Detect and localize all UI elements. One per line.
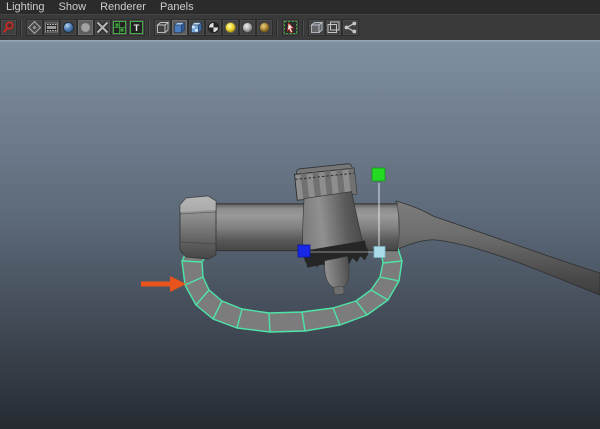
viewport-canvas[interactable] <box>0 40 600 429</box>
nozzle-spout-cap <box>179 195 217 260</box>
lighting-flat-icon[interactable] <box>257 20 272 35</box>
manipulator-y-handle[interactable] <box>371 167 386 182</box>
select-tool-icon[interactable] <box>1 20 16 35</box>
toolbar-separator <box>20 19 23 36</box>
panel-menubar: Lighting Show Renderer Panels <box>0 0 600 14</box>
x-ray-icon[interactable] <box>309 20 324 35</box>
manipulator-z-handle[interactable] <box>297 244 311 258</box>
film-gate-icon[interactable] <box>44 20 59 35</box>
toolbar-separator <box>148 19 151 36</box>
menu-show[interactable]: Show <box>52 0 94 14</box>
safe-action-icon[interactable] <box>112 20 127 35</box>
svg-text:T: T <box>134 23 140 34</box>
wireframe-on-shaded-icon[interactable] <box>326 20 341 35</box>
textured-icon[interactable] <box>189 20 204 35</box>
manipulator-center-handle[interactable] <box>373 246 386 258</box>
wireframe-icon[interactable] <box>155 20 170 35</box>
lighting-all-icon[interactable] <box>223 20 238 35</box>
isolate-select-icon[interactable] <box>283 20 298 35</box>
menu-panels[interactable]: Panels <box>153 0 201 14</box>
lighting-selected-icon[interactable] <box>240 20 255 35</box>
plugin-shapes-icon[interactable] <box>343 20 358 35</box>
menu-lighting[interactable]: Lighting <box>0 0 52 14</box>
viewport-top-highlight <box>0 40 600 42</box>
toolbar-separator <box>302 19 305 36</box>
camera-attributes-icon[interactable] <box>27 20 42 35</box>
field-chart-icon[interactable] <box>95 20 110 35</box>
toolbar-separator <box>276 19 279 36</box>
gate-mask-icon[interactable] <box>78 20 93 35</box>
menu-renderer[interactable]: Renderer <box>93 0 153 14</box>
panel-toolbar: T <box>0 14 600 40</box>
smooth-shade-all-icon[interactable] <box>172 20 187 35</box>
resolution-gate-icon[interactable] <box>61 20 76 35</box>
use-default-material-icon[interactable] <box>206 20 221 35</box>
safe-title-icon[interactable]: T <box>129 20 144 35</box>
